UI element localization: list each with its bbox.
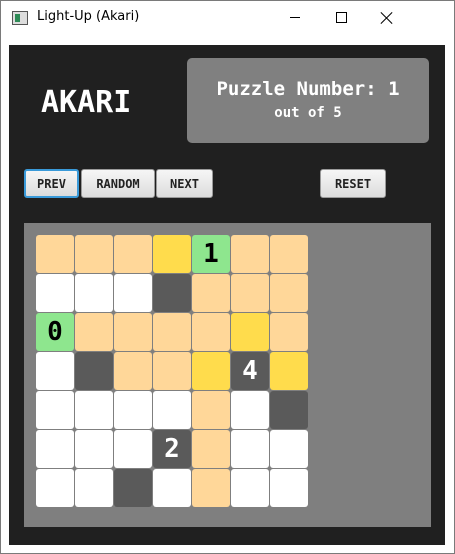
puzzle-number-label: Puzzle Number: 1 — [216, 78, 400, 100]
grid-cell[interactable] — [270, 469, 308, 507]
prev-button[interactable]: PREV — [24, 169, 79, 198]
maximize-icon — [335, 12, 347, 23]
close-icon — [381, 12, 393, 24]
puzzle-grid: 1 0 4 2 — [36, 235, 308, 507]
reset-button[interactable]: RESET — [320, 169, 386, 198]
grid-cell[interactable] — [114, 430, 152, 468]
game-logo: AKARI — [41, 85, 132, 120]
wall-cell — [114, 469, 152, 507]
grid-cell[interactable] — [36, 274, 74, 312]
wall-cell: 1 — [192, 235, 230, 273]
title-bar: Light-Up (Akari) — [1, 1, 454, 34]
grid-cell[interactable] — [153, 391, 191, 429]
bulb-cell[interactable] — [270, 352, 308, 390]
grid-cell[interactable] — [270, 235, 308, 273]
random-button[interactable]: RANDOM — [81, 169, 155, 198]
grid-cell[interactable] — [270, 274, 308, 312]
grid-cell[interactable] — [75, 313, 113, 351]
grid-cell[interactable] — [270, 430, 308, 468]
grid-cell[interactable] — [192, 274, 230, 312]
puzzle-info-panel: Puzzle Number: 1 out of 5 — [187, 58, 429, 143]
maximize-button[interactable] — [318, 1, 364, 34]
minimize-button[interactable] — [272, 1, 318, 34]
game-panel: AKARI Puzzle Number: 1 out of 5 PREV RAN… — [9, 45, 445, 545]
grid-cell[interactable] — [231, 235, 269, 273]
grid-cell[interactable] — [114, 274, 152, 312]
grid-cell[interactable] — [231, 430, 269, 468]
bulb-cell[interactable] — [192, 352, 230, 390]
wall-cell — [153, 274, 191, 312]
grid-cell[interactable] — [36, 430, 74, 468]
grid-cell[interactable] — [36, 235, 74, 273]
grid-cell[interactable] — [153, 352, 191, 390]
grid-cell[interactable] — [75, 391, 113, 429]
grid-cell[interactable] — [75, 469, 113, 507]
grid-cell[interactable] — [192, 313, 230, 351]
grid-cell[interactable] — [231, 391, 269, 429]
wall-cell: 2 — [153, 430, 191, 468]
grid-cell[interactable] — [192, 391, 230, 429]
grid-cell[interactable] — [270, 313, 308, 351]
grid-cell[interactable] — [75, 430, 113, 468]
grid-cell[interactable] — [36, 469, 74, 507]
minimize-icon — [290, 17, 300, 18]
puzzle-count-label: out of 5 — [274, 105, 342, 121]
grid-cell[interactable] — [192, 430, 230, 468]
grid-cell[interactable] — [153, 469, 191, 507]
grid-cell[interactable] — [114, 313, 152, 351]
grid-cell[interactable] — [114, 391, 152, 429]
close-button[interactable] — [364, 1, 410, 34]
grid-cell[interactable] — [231, 469, 269, 507]
wall-cell: 4 — [231, 352, 269, 390]
grid-cell[interactable] — [114, 235, 152, 273]
bulb-cell[interactable] — [231, 313, 269, 351]
wall-cell — [75, 352, 113, 390]
window-title: Light-Up (Akari) — [37, 9, 140, 24]
wall-cell — [270, 391, 308, 429]
puzzle-board: 1 0 4 2 — [24, 223, 431, 527]
grid-cell[interactable] — [153, 313, 191, 351]
wall-cell: 0 — [36, 313, 74, 351]
grid-cell[interactable] — [75, 274, 113, 312]
app-window: Light-Up (Akari) AKARI Puzzle Number: 1 … — [0, 0, 455, 554]
grid-cell[interactable] — [231, 274, 269, 312]
grid-cell[interactable] — [36, 352, 74, 390]
next-button[interactable]: NEXT — [156, 169, 213, 198]
grid-cell[interactable] — [75, 235, 113, 273]
grid-cell[interactable] — [36, 391, 74, 429]
bulb-cell[interactable] — [153, 235, 191, 273]
app-icon — [12, 11, 28, 25]
grid-cell[interactable] — [192, 469, 230, 507]
grid-cell[interactable] — [114, 352, 152, 390]
